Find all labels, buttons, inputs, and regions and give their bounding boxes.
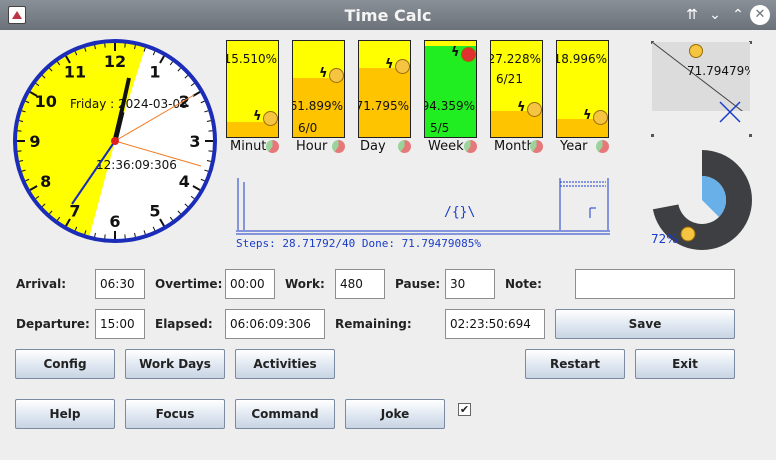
mini-pie-icon	[266, 140, 279, 153]
mini-pie-icon	[530, 140, 543, 153]
clock-number: 9	[29, 132, 40, 151]
window-title: Time Calc	[344, 6, 432, 25]
progress-percent: 18.996%	[556, 52, 607, 66]
clock-number: 8	[40, 172, 51, 191]
progress-fraction: 6/21	[496, 72, 523, 86]
tile-label-week: Week	[428, 139, 464, 154]
mini-pie-icon	[596, 140, 609, 153]
restart-button[interactable]: Restart	[525, 349, 625, 379]
elapsed-input[interactable]	[225, 309, 325, 339]
lightning-icon: ϟ	[451, 45, 460, 60]
progress-percent: 61.899%	[292, 99, 343, 113]
remaining-label: Remaining:	[335, 317, 412, 331]
square-progress-text: 71.79479%	[687, 64, 750, 78]
work-input[interactable]	[335, 269, 385, 299]
work-label: Work:	[285, 277, 325, 291]
clock-number: 6	[109, 212, 120, 231]
pie-percent-label: 72%	[651, 232, 678, 246]
mood-face-icon	[263, 111, 278, 126]
progress-percent: 94.359%	[424, 99, 475, 113]
progress-percent: 15.510%	[226, 52, 277, 66]
progress-percent: 27.228%	[490, 52, 541, 66]
close-icon[interactable]: ✕	[750, 5, 770, 25]
clock-number: 11	[64, 63, 86, 82]
progress-tile-month: 27.228% 6/21 ϟ	[490, 40, 543, 138]
mood-face-icon	[395, 58, 410, 74]
analog-clock: 121234567891011 Friday : 2024-03-08 12:3…	[13, 39, 217, 243]
x-mark-icon	[719, 101, 741, 123]
clock-number: 12	[104, 52, 126, 71]
clock-number: 3	[189, 132, 200, 151]
clock-number: 10	[35, 92, 57, 111]
command-button[interactable]: Command	[235, 399, 335, 429]
smiley-icon	[689, 44, 703, 58]
maximize-icon[interactable]: ⌃	[728, 5, 748, 25]
exit-button[interactable]: Exit	[635, 349, 735, 379]
activities-button[interactable]: Activities	[235, 349, 335, 379]
toggle-checkbox[interactable]: ✔	[458, 403, 471, 416]
pie-smiley-icon	[680, 226, 696, 242]
lightning-icon: ϟ	[583, 108, 592, 124]
square-corner	[749, 134, 752, 137]
progress-tile-week: 94.359% 5/5 ϟ	[424, 40, 477, 138]
walking-man-figure: /{}\	[444, 205, 475, 220]
clock-time: 12:36:09:306	[96, 158, 177, 172]
overtime-input[interactable]	[225, 269, 275, 299]
lightning-icon: ϟ	[385, 56, 394, 72]
clock-number: 4	[179, 172, 190, 191]
progress-percent: 71.795%	[358, 99, 409, 113]
clock-center	[111, 137, 119, 145]
pause-label: Pause:	[395, 277, 441, 291]
clock-number: 7	[69, 201, 80, 220]
mini-pie-icon	[398, 140, 411, 153]
title-bar: Time Calc ⇈ ⌄ ⌃ ✕	[0, 0, 776, 30]
progress-fraction: 6/0	[298, 121, 318, 135]
progress-tile-minute: 15.510% ϟ	[226, 40, 279, 138]
lightning-icon: ϟ	[517, 100, 526, 116]
tile-label-day: Day	[360, 139, 386, 154]
focus-button[interactable]: Focus	[125, 399, 225, 429]
departure-input[interactable]	[95, 309, 145, 339]
mood-face-icon	[461, 47, 476, 62]
departure-label: Departure:	[16, 317, 90, 331]
work-days-button[interactable]: Work Days	[125, 349, 225, 379]
clock-number: 5	[149, 201, 160, 220]
tile-label-year: Year	[560, 139, 588, 154]
square-corner	[651, 134, 654, 137]
joke-button[interactable]: Joke	[345, 399, 445, 429]
mini-pie-icon	[464, 140, 477, 153]
progress-fraction: 5/5	[430, 121, 450, 135]
progress-tile-day: 71.795% ϟ	[358, 40, 411, 138]
note-label: Note:	[505, 277, 542, 291]
walking-track: /{}\	[236, 178, 610, 235]
progress-tile-year: 18.996% ϟ	[556, 40, 609, 138]
progress-tile-hour: 61.899% 6/0 ϟ	[292, 40, 345, 138]
clock-number: 1	[149, 63, 160, 82]
help-button[interactable]: Help	[15, 399, 115, 429]
arrival-input[interactable]	[95, 269, 145, 299]
elapsed-label: Elapsed:	[155, 317, 213, 331]
pause-input[interactable]	[445, 269, 495, 299]
save-button[interactable]: Save	[555, 309, 735, 339]
walking-status: Steps: 28.71792/40 Done: 71.79479085%	[236, 237, 482, 250]
keep-above-icon[interactable]: ⇈	[682, 5, 702, 25]
overtime-label: Overtime:	[155, 277, 223, 291]
walking-human-widget: /{}\ Steps: 28.71792/40 Done: 71.7947908…	[234, 176, 614, 256]
note-input[interactable]	[575, 269, 735, 299]
mini-pie-icon	[332, 140, 345, 153]
arrival-label: Arrival:	[16, 277, 67, 291]
minimize-icon[interactable]: ⌄	[705, 5, 725, 25]
lightning-icon: ϟ	[253, 109, 262, 124]
remaining-input[interactable]	[445, 309, 545, 339]
tile-label-month: Month	[494, 139, 535, 154]
config-button[interactable]: Config	[15, 349, 115, 379]
lightning-icon: ϟ	[319, 66, 328, 82]
tile-label-hour: Hour	[296, 139, 328, 154]
